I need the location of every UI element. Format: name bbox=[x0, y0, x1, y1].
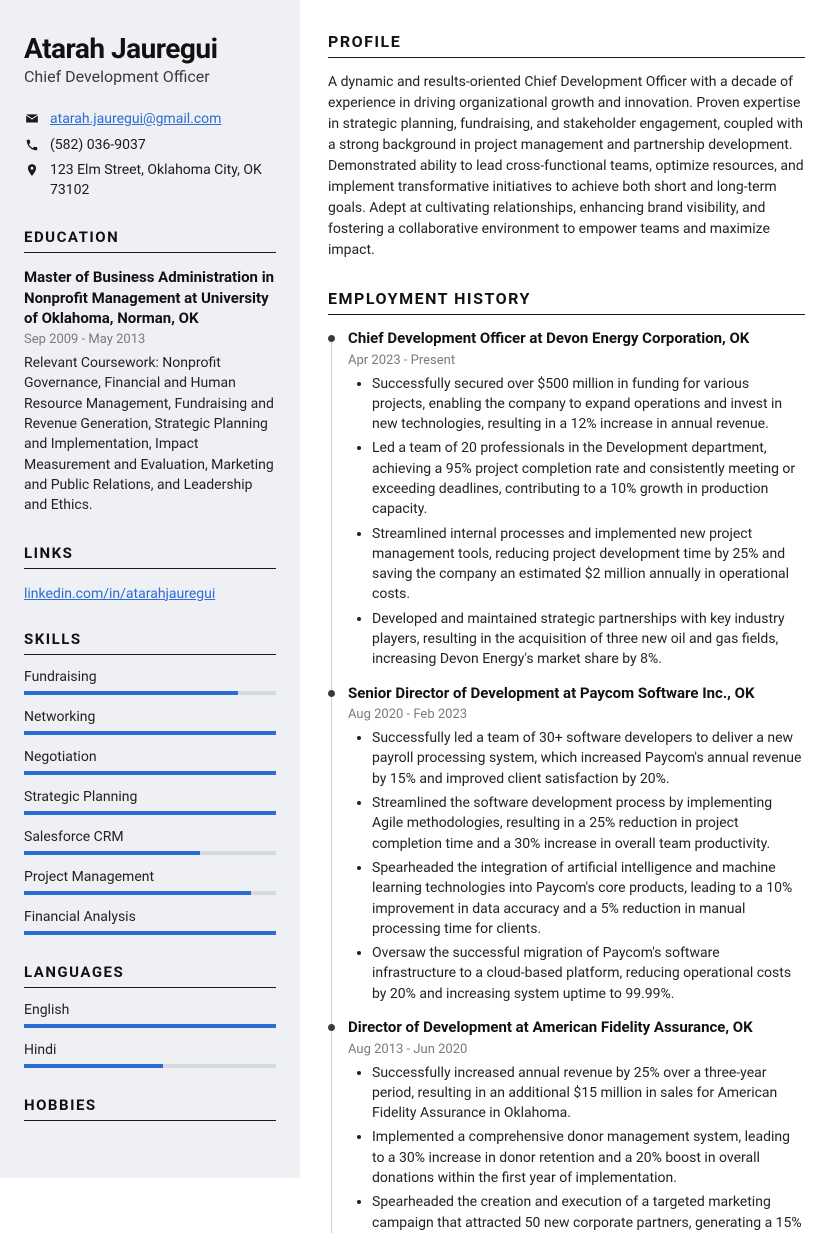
skill-item: Project Management bbox=[24, 869, 276, 895]
skill-fill bbox=[24, 1024, 276, 1028]
phone-text: (582) 036-9037 bbox=[50, 136, 146, 156]
job-bullet: Developed and maintained strategic partn… bbox=[372, 609, 805, 670]
skill-fill bbox=[24, 931, 276, 935]
main-content: PROFILE A dynamic and results-oriented C… bbox=[300, 0, 833, 1178]
job-entry: Chief Development Officer at Devon Energ… bbox=[348, 329, 805, 670]
divider bbox=[24, 1120, 276, 1121]
envelope-icon bbox=[24, 110, 40, 126]
skill-bar bbox=[24, 891, 276, 895]
skill-bar bbox=[24, 851, 276, 855]
skill-bar bbox=[24, 731, 276, 735]
skill-item: Negotiation bbox=[24, 749, 276, 775]
hobbies-header: HOBBIES bbox=[24, 1096, 276, 1114]
person-name: Atarah Jauregui bbox=[24, 32, 276, 65]
skills-header: SKILLS bbox=[24, 630, 276, 648]
divider bbox=[24, 568, 276, 569]
skill-label: Hindi bbox=[24, 1042, 276, 1058]
job-bullet: Successfully secured over $500 million i… bbox=[372, 374, 805, 435]
skill-bar bbox=[24, 1024, 276, 1028]
skill-fill bbox=[24, 771, 276, 775]
skill-label: Networking bbox=[24, 709, 276, 725]
skill-bar bbox=[24, 1064, 276, 1068]
sidebar: Atarah Jauregui Chief Development Office… bbox=[0, 0, 300, 1178]
skill-item: Fundraising bbox=[24, 669, 276, 695]
profile-text: A dynamic and results-oriented Chief Dev… bbox=[328, 72, 805, 261]
education-header: EDUCATION bbox=[24, 228, 276, 246]
phone-icon bbox=[24, 136, 40, 152]
contact-phone: (582) 036-9037 bbox=[24, 136, 276, 156]
skill-fill bbox=[24, 851, 200, 855]
links-header: LINKS bbox=[24, 544, 276, 562]
job-bullet: Spearheaded the integration of artificia… bbox=[372, 858, 805, 939]
skills-list: Fundraising Networking Negotiation Strategi… bbox=[24, 669, 276, 935]
skill-label: Project Management bbox=[24, 869, 276, 885]
divider bbox=[24, 252, 276, 253]
skill-bar bbox=[24, 811, 276, 815]
skill-fill bbox=[24, 691, 238, 695]
skill-fill bbox=[24, 1064, 163, 1068]
skill-fill bbox=[24, 811, 276, 815]
employment-timeline: Chief Development Officer at Devon Energ… bbox=[328, 329, 805, 1233]
job-bullet: Successfully led a team of 30+ software … bbox=[372, 728, 805, 789]
skill-fill bbox=[24, 891, 251, 895]
location-icon bbox=[24, 161, 40, 177]
skill-item: Salesforce CRM bbox=[24, 829, 276, 855]
skill-bar bbox=[24, 931, 276, 935]
skill-bar bbox=[24, 771, 276, 775]
divider bbox=[24, 987, 276, 988]
divider bbox=[328, 57, 805, 58]
skill-label: English bbox=[24, 1002, 276, 1018]
job-bullet: Implemented a comprehensive donor manage… bbox=[372, 1127, 805, 1188]
education-degree: Master of Business Administration in Non… bbox=[24, 267, 276, 328]
linkedin-link[interactable]: linkedin.com/in/atarahjauregui bbox=[24, 586, 215, 602]
contact-address: 123 Elm Street, Oklahoma City, OK 73102 bbox=[24, 161, 276, 200]
skill-label: Financial Analysis bbox=[24, 909, 276, 925]
job-entry: Director of Development at American Fide… bbox=[348, 1018, 805, 1233]
languages-list: English Hindi bbox=[24, 1002, 276, 1068]
skill-fill bbox=[24, 731, 276, 735]
job-title: Senior Director of Development at Paycom… bbox=[348, 684, 805, 704]
job-bullets: Successfully led a team of 30+ software … bbox=[348, 728, 805, 1004]
education-dates: Sep 2009 - May 2013 bbox=[24, 332, 276, 347]
skill-label: Negotiation bbox=[24, 749, 276, 765]
address-text: 123 Elm Street, Oklahoma City, OK 73102 bbox=[50, 161, 276, 200]
employment-header: EMPLOYMENT HISTORY bbox=[328, 289, 805, 308]
skill-label: Salesforce CRM bbox=[24, 829, 276, 845]
profile-header: PROFILE bbox=[328, 32, 805, 51]
education-coursework: Relevant Coursework: Nonprofit Governanc… bbox=[24, 353, 276, 515]
skill-item: Hindi bbox=[24, 1042, 276, 1068]
job-bullets: Successfully increased annual revenue by… bbox=[348, 1063, 805, 1233]
job-title: Director of Development at American Fide… bbox=[348, 1018, 805, 1038]
skill-item: Financial Analysis bbox=[24, 909, 276, 935]
skill-item: Strategic Planning bbox=[24, 789, 276, 815]
job-bullet: Streamlined the software development pro… bbox=[372, 793, 805, 854]
job-bullet: Streamlined internal processes and imple… bbox=[372, 524, 805, 605]
job-dates: Apr 2023 - Present bbox=[348, 353, 805, 368]
skill-label: Fundraising bbox=[24, 669, 276, 685]
job-bullet: Oversaw the successful migration of Payc… bbox=[372, 943, 805, 1004]
skill-bar bbox=[24, 691, 276, 695]
job-bullets: Successfully secured over $500 million i… bbox=[348, 374, 805, 670]
job-entry: Senior Director of Development at Paycom… bbox=[348, 684, 805, 1004]
languages-header: LANGUAGES bbox=[24, 963, 276, 981]
email-link[interactable]: atarah.jauregui@gmail.com bbox=[50, 110, 221, 130]
job-dates: Aug 2020 - Feb 2023 bbox=[348, 707, 805, 722]
job-bullet: Led a team of 20 professionals in the De… bbox=[372, 438, 805, 519]
divider bbox=[328, 314, 805, 315]
job-bullet: Successfully increased annual revenue by… bbox=[372, 1063, 805, 1124]
divider bbox=[24, 654, 276, 655]
skill-label: Strategic Planning bbox=[24, 789, 276, 805]
skill-item: Networking bbox=[24, 709, 276, 735]
person-title: Chief Development Officer bbox=[24, 67, 276, 86]
job-dates: Aug 2013 - Jun 2020 bbox=[348, 1042, 805, 1057]
job-bullet: Spearheaded the creation and execution o… bbox=[372, 1192, 805, 1233]
skill-item: English bbox=[24, 1002, 276, 1028]
contact-email: atarah.jauregui@gmail.com bbox=[24, 110, 276, 130]
job-title: Chief Development Officer at Devon Energ… bbox=[348, 329, 805, 349]
